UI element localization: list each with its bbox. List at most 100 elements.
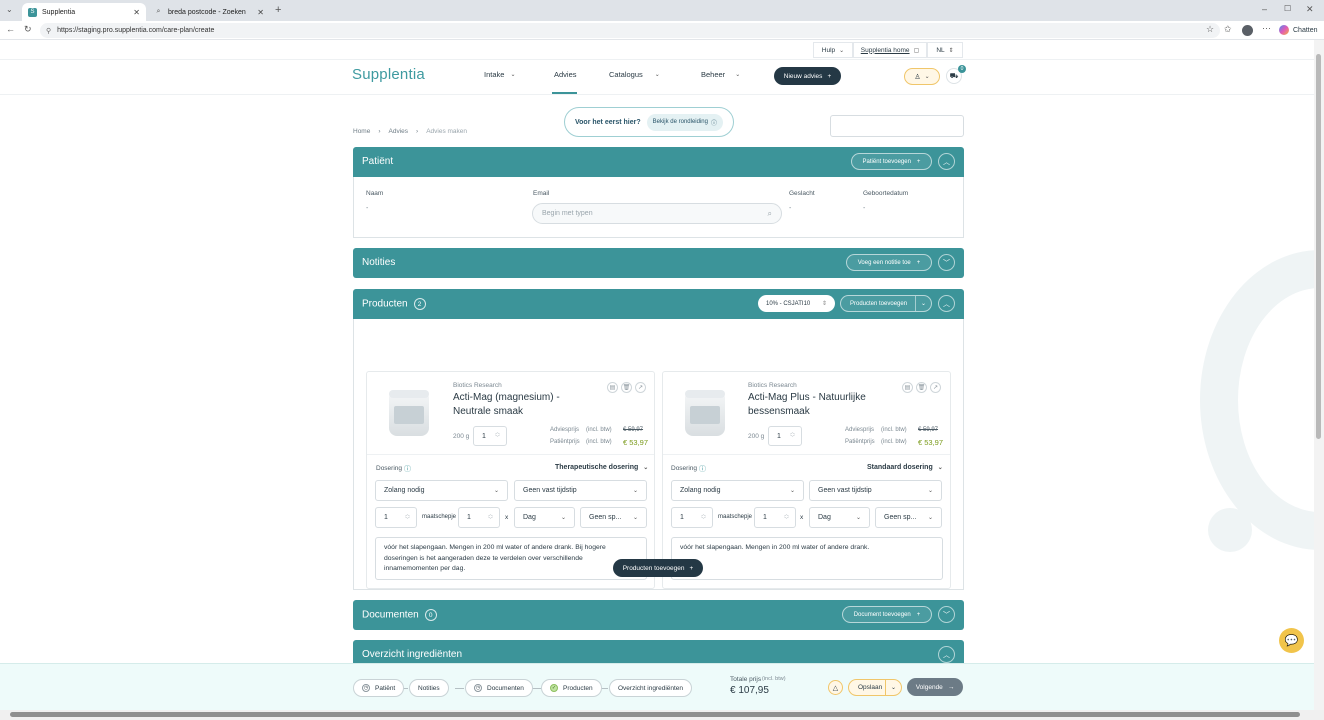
instructions-textarea[interactable]: vóór het slapengaan. Mengen in 200 ml wa… [671, 537, 943, 580]
tab-list-icon[interactable]: ⌄ [6, 6, 13, 14]
minimize-icon[interactable]: – [1262, 5, 1267, 14]
stepper-arrows-icon[interactable]: ︿ ﹀ [790, 431, 795, 441]
dosage-type-dropdown[interactable]: Standaard dosering ⌄ [867, 464, 943, 471]
patient-panel-body: Naam - Email Begin met typen ⌕ Geslacht … [353, 177, 964, 238]
browser-tab-active[interactable]: S Supplentia ✕ [22, 3, 146, 21]
expand-button[interactable]: ﹀ [938, 254, 955, 271]
discount-select[interactable]: 10% - CSJATI10 ⇕ [758, 295, 835, 312]
search-field[interactable] [830, 115, 964, 137]
quantity-stepper[interactable]: 1 ︿ ﹀ [768, 426, 802, 446]
frequency-select[interactable]: Zolang nodig ⌄ [671, 480, 804, 501]
breadcrumb-advies[interactable]: Advies [389, 128, 409, 135]
user-menu-button[interactable]: ♙ ⌄ [904, 68, 940, 85]
products-panel-header[interactable]: Producten 2 10% - CSJATI10 ⇕ Producten toe… [353, 289, 964, 319]
add-products-button[interactable]: Producten toevoegen + [613, 559, 703, 577]
timing-select[interactable]: Geen vast tijdstip ⌄ [514, 480, 647, 501]
timing-select[interactable]: Geen vast tijdstip ⌄ [809, 480, 942, 501]
product-name[interactable]: Acti-Mag (magnesium) - [453, 391, 560, 405]
product-name[interactable]: bessensmaak [748, 405, 810, 419]
email-search-input[interactable]: Begin met typen ⌕ [532, 203, 782, 224]
document-icon[interactable]: ▤ [902, 382, 913, 393]
save-split-button[interactable]: Opslaan ⌄ [848, 679, 902, 696]
reload-icon[interactable]: ↻ [24, 25, 32, 34]
add-note-button[interactable]: Voeg een notitie toe + [846, 254, 932, 271]
stepper-arrows-icon[interactable]: ︿ ﹀ [701, 512, 706, 523]
step-label: Producten [563, 684, 593, 692]
period-select[interactable]: Dag ⌄ [809, 507, 870, 528]
new-advice-button[interactable]: Nieuw advies + [774, 67, 841, 85]
frequency-select[interactable]: Zolang nodig ⌄ [375, 480, 508, 501]
vertical-scrollbar-thumb[interactable] [1316, 54, 1321, 439]
trash-icon[interactable]: 🗑 [621, 382, 632, 393]
step-documenten[interactable]: ◷ Documenten [465, 679, 533, 697]
nav-advies[interactable]: Advies [554, 70, 577, 79]
instructions-textarea[interactable]: vóór het slapengaan. Mengen in 200 ml wa… [375, 537, 647, 580]
supplentia-home-link[interactable]: Supplentia home ▢ [853, 42, 927, 58]
chevron-down-icon[interactable]: ⌄ [885, 680, 901, 695]
open-link-icon[interactable]: ↗ [635, 382, 646, 393]
maximize-icon[interactable]: ☐ [1284, 5, 1291, 13]
favorites-icon[interactable]: ✩ [1224, 25, 1232, 34]
browser-tab[interactable]: ⌕ breda postcode - Zoeken ✕ [148, 3, 270, 21]
site-info-icon[interactable]: ⚲ [46, 27, 51, 35]
expand-button[interactable]: ﹀ [938, 606, 955, 623]
copilot-chat-button[interactable]: Chatten [1279, 25, 1318, 35]
add-products-split-button[interactable]: Producten toevoegen ⌄ [840, 295, 932, 312]
nav-intake[interactable]: Intake ⌄ [484, 70, 515, 79]
nav-catalogus[interactable]: Catalogus ⌄ [609, 70, 660, 79]
stepper-arrows-icon[interactable]: ︿ ﹀ [405, 512, 410, 523]
product-name[interactable]: Acti-Mag Plus - Natuurlijke [748, 391, 866, 405]
url-field[interactable]: ⚲ https://staging.pro.supplentia.com/car… [40, 23, 1220, 38]
close-tab-icon[interactable]: ✕ [257, 8, 264, 17]
patient-panel-header[interactable]: Patiënt Patiënt toevoegen + ︿ [353, 147, 964, 177]
stepper-arrows-icon[interactable]: ︿ ﹀ [495, 431, 500, 441]
close-tab-icon[interactable]: ✕ [133, 8, 140, 17]
favorite-star-icon[interactable]: ☆ [1206, 25, 1214, 34]
next-button[interactable]: Volgende → [907, 678, 963, 696]
more-menu-icon[interactable]: ··· [1262, 24, 1271, 33]
chat-support-button[interactable]: 💬 [1279, 628, 1304, 653]
extra-select[interactable]: Geen sp... ⌄ [580, 507, 647, 528]
collapse-button[interactable]: ︿ [938, 295, 955, 312]
dosage-type-dropdown[interactable]: Therapeutische dosering ⌄ [555, 464, 648, 471]
times-stepper[interactable]: 1 ︿ ﹀ [754, 507, 796, 528]
document-icon[interactable]: ▤ [607, 382, 618, 393]
info-icon[interactable]: ⓘ [699, 464, 706, 474]
quantity-stepper[interactable]: 1 ︿ ﹀ [473, 426, 507, 446]
amount-stepper[interactable]: 1 ︿ ﹀ [375, 507, 417, 528]
trash-icon[interactable]: 🗑 [916, 382, 927, 393]
close-window-icon[interactable]: ✕ [1306, 5, 1314, 14]
info-icon[interactable]: ⓘ [404, 464, 411, 474]
step-patient[interactable]: ◷ Patiënt [353, 679, 405, 697]
open-link-icon[interactable]: ↗ [930, 382, 941, 393]
new-tab-icon[interactable]: + [275, 5, 281, 16]
step-overzicht[interactable]: Overzicht ingrediënten [609, 679, 693, 697]
add-document-button[interactable]: Document toevoegen + [842, 606, 932, 623]
help-dropdown[interactable]: Hulp ⌄ [813, 42, 853, 58]
amount-stepper[interactable]: 1 ︿ ﹀ [671, 507, 713, 528]
collapse-button[interactable]: ︿ [938, 646, 955, 663]
warning-icon[interactable]: △ [828, 680, 843, 695]
language-dropdown[interactable]: NL ⇕ [927, 42, 963, 58]
horizontal-scrollbar-thumb[interactable] [10, 712, 1300, 717]
chevron-down-icon[interactable]: ⌄ [915, 296, 931, 311]
product-name[interactable]: Neutrale smaak [453, 405, 523, 419]
notes-panel-header[interactable]: Notities Voeg een notitie toe + ﹀ [353, 248, 964, 278]
period-select[interactable]: Dag ⌄ [514, 507, 575, 528]
extra-select[interactable]: Geen sp... ⌄ [875, 507, 942, 528]
nav-beheer[interactable]: Beheer ⌄ [701, 70, 740, 79]
add-patient-button[interactable]: Patiënt toevoegen + [851, 153, 932, 170]
times-stepper[interactable]: 1 ︿ ﹀ [458, 507, 500, 528]
step-notities[interactable]: ◷Notities [409, 679, 449, 697]
profile-avatar[interactable] [1242, 25, 1253, 36]
stepper-arrows-icon[interactable]: ︿ ﹀ [488, 512, 493, 523]
tour-button[interactable]: Bekijk de rondleiding ⓘ [646, 113, 723, 131]
back-icon[interactable]: ← [6, 25, 15, 34]
stepper-arrows-icon[interactable]: ︿ ﹀ [784, 512, 789, 523]
breadcrumb-home[interactable]: Home [353, 128, 370, 135]
logo[interactable]: Supplentia [352, 66, 425, 83]
step-producten[interactable]: ✓ Producten [541, 679, 602, 697]
save-label: Opslaan [858, 684, 883, 691]
documents-panel-header[interactable]: Documenten 0 Document toevoegen + ﹀ [353, 600, 964, 630]
collapse-button[interactable]: ︿ [938, 153, 955, 170]
